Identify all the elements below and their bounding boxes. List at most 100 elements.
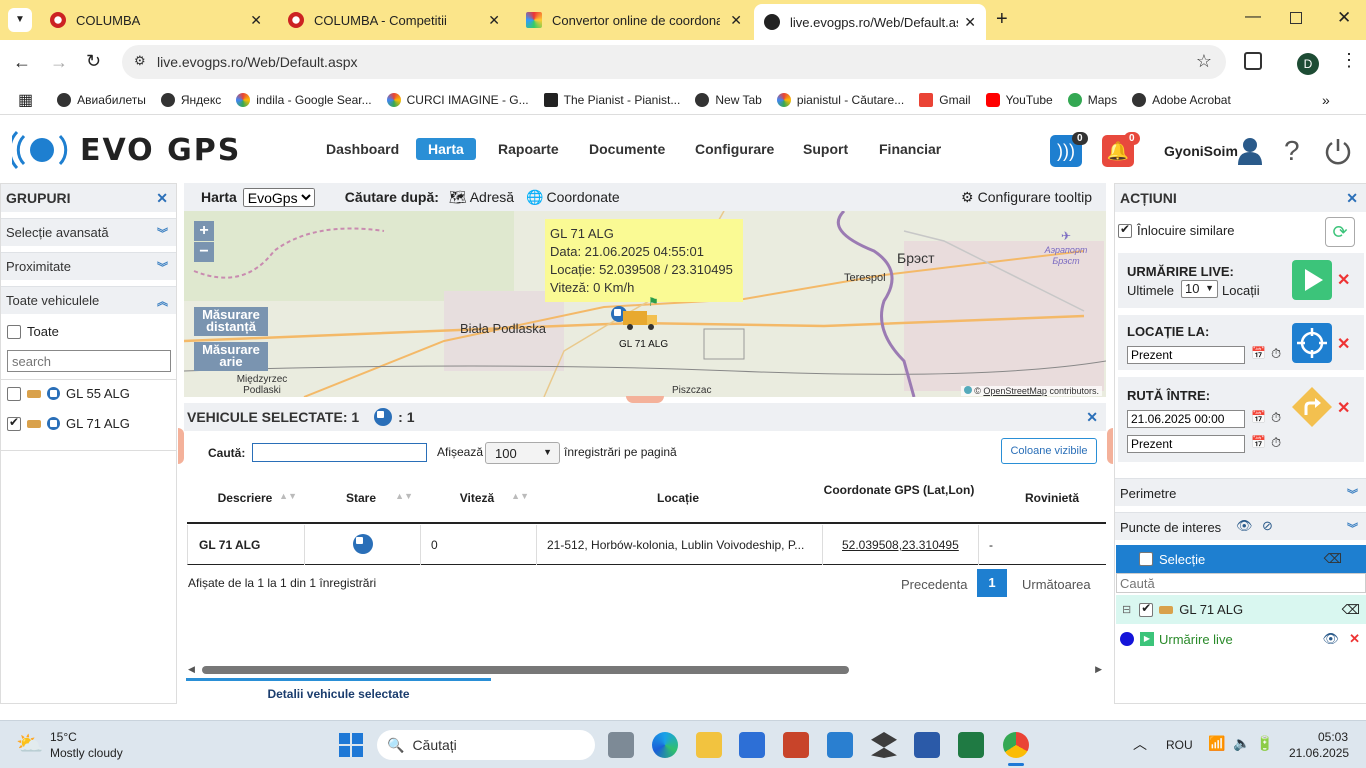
user-icon[interactable]: [1237, 137, 1263, 165]
nav-suport[interactable]: Suport: [803, 141, 848, 157]
close-tab-icon[interactable]: ✕: [730, 12, 742, 29]
measure-area-button[interactable]: Măsurare arie: [194, 342, 268, 371]
column-header-viteza[interactable]: Viteză ▲▼: [419, 491, 535, 505]
weather-icon[interactable]: ⛅: [16, 731, 43, 757]
excel-icon[interactable]: [958, 732, 984, 758]
bookmark-item[interactable]: indila - Google Sear...: [236, 92, 372, 107]
vehicle-checkbox[interactable]: [7, 386, 21, 401]
volume-icon[interactable]: 🔈: [1233, 735, 1250, 752]
nav-dashboard[interactable]: Dashboard: [326, 141, 399, 157]
timer-icon[interactable]: ⏱: [1271, 346, 1281, 362]
taskbar-search[interactable]: 🔍 Căutați: [377, 730, 595, 760]
page-size-select[interactable]: 100 ▼: [485, 442, 560, 464]
map-resize-handle[interactable]: [626, 396, 664, 403]
bookmark-item[interactable]: Gmail: [919, 92, 971, 107]
configure-tooltip-button[interactable]: Configurare tooltip: [978, 189, 1092, 205]
close-tab-icon[interactable]: ✕: [964, 14, 976, 31]
back-button[interactable]: ←: [13, 52, 31, 73]
tray-chevron-icon[interactable]: ︿: [1133, 734, 1147, 754]
wifi-icon[interactable]: 📶: [1208, 735, 1225, 752]
site-info-icon[interactable]: ⚙: [134, 53, 146, 69]
tab-search-button[interactable]: ▼: [8, 8, 32, 32]
osm-link[interactable]: OpenStreetMap: [983, 386, 1047, 396]
nav-rapoarte[interactable]: Rapoarte: [498, 141, 559, 157]
username[interactable]: GyoniSoim: [1164, 143, 1238, 159]
horizontal-scrollbar[interactable]: ◀ ▶: [188, 664, 1102, 674]
store-icon[interactable]: [739, 732, 765, 758]
weather-desc[interactable]: Mostly cloudy: [50, 746, 123, 760]
close-window-button[interactable]: ✕: [1337, 8, 1351, 28]
search-by-address[interactable]: Adresă: [470, 189, 514, 205]
timer-icon[interactable]: ⏱: [1271, 435, 1281, 451]
mail-icon[interactable]: [827, 732, 853, 758]
visible-columns-button[interactable]: Coloane vizibile: [1001, 438, 1097, 464]
measure-distance-button[interactable]: Măsurare distanță: [194, 307, 268, 336]
close-icon[interactable]: ✕: [1086, 409, 1098, 426]
route-from-input[interactable]: [1127, 410, 1245, 428]
route-to-input[interactable]: [1127, 435, 1245, 453]
zoom-in-button[interactable]: +: [194, 221, 214, 241]
bookmark-item[interactable]: Maps: [1067, 92, 1117, 107]
browser-menu-icon[interactable]: ⋮: [1340, 50, 1358, 71]
column-header-rovinieta[interactable]: Rovinietă: [977, 491, 1106, 505]
nav-documente[interactable]: Documente: [589, 141, 665, 157]
refresh-button[interactable]: ⟳: [1325, 217, 1355, 247]
search-by-coordinates[interactable]: Coordonate: [547, 189, 620, 205]
layer-search-input[interactable]: [1116, 573, 1366, 593]
remove-route-icon[interactable]: ✕: [1337, 398, 1350, 418]
left-splitter-handle[interactable]: [178, 428, 184, 464]
close-icon[interactable]: ✕: [156, 190, 168, 207]
live-count-select[interactable]: 10 ▼: [1181, 280, 1218, 298]
section-proximitate[interactable]: Proximitate ︾: [1, 252, 176, 280]
pagination-previous[interactable]: Precedenta: [901, 577, 968, 592]
bookmark-star-icon[interactable]: ☆: [1196, 51, 1212, 72]
collapse-icon[interactable]: ⊟: [1122, 603, 1131, 616]
restore-button[interactable]: [1290, 12, 1302, 24]
tab-convertor[interactable]: Convertor online de coordonate ✕: [516, 4, 752, 36]
profile-avatar[interactable]: D: [1297, 53, 1319, 75]
close-icon[interactable]: ✕: [1346, 190, 1358, 207]
bookmark-item[interactable]: pianistul - Căutare...: [776, 92, 904, 107]
clear-icon[interactable]: ⌫: [1324, 551, 1342, 567]
calendar-icon[interactable]: 📅: [1251, 346, 1266, 360]
tab-evogps[interactable]: live.evogps.ro/Web/Default.aspx ✕: [754, 4, 986, 40]
location-at-input[interactable]: [1127, 346, 1245, 364]
close-tab-icon[interactable]: ✕: [250, 12, 262, 29]
vehicle-row[interactable]: GL 55 ALG: [7, 386, 130, 401]
scroll-thumb[interactable]: [202, 666, 849, 674]
bookmark-item[interactable]: Яндекс: [160, 92, 221, 107]
start-live-button[interactable]: [1292, 260, 1332, 300]
word-icon[interactable]: [914, 732, 940, 758]
table-row[interactable]: GL 71 ALG 0 21-512, Horbów-kolonia, Lubl…: [187, 525, 1106, 565]
tab-columba-competitii[interactable]: COLUMBA - Competitii ✕: [278, 4, 510, 36]
bookmark-item[interactable]: Авиабилеты: [57, 92, 146, 107]
section-perimetre[interactable]: Perimetre ︾: [1115, 478, 1366, 506]
section-toate-vehiculele[interactable]: Toate vehiculele ︽: [1, 286, 176, 314]
powerpoint-icon[interactable]: [783, 732, 809, 758]
clear-icon[interactable]: ⌫: [1342, 602, 1360, 618]
start-button[interactable]: [339, 733, 363, 757]
right-splitter-handle[interactable]: [1107, 428, 1113, 464]
file-explorer-icon[interactable]: [696, 732, 722, 758]
evo-gps-logo[interactable]: EVO GPS: [12, 130, 241, 170]
nav-configurare[interactable]: Configurare: [695, 141, 774, 157]
language-indicator[interactable]: ROU: [1166, 738, 1193, 752]
minimize-button[interactable]: —: [1245, 8, 1261, 26]
weather-temp[interactable]: 15°C: [50, 730, 77, 744]
map-view[interactable]: + − Măsurare distanță Măsurare arie Biał…: [184, 211, 1106, 397]
address-bar[interactable]: ⚙ live.evogps.ro/Web/Default.aspx ☆: [122, 45, 1226, 79]
clock-date[interactable]: 21.06.2025: [1289, 746, 1349, 760]
bookmark-item[interactable]: YouTube: [985, 92, 1053, 107]
eye-off-icon[interactable]: ⊘: [1262, 518, 1273, 534]
task-view-icon[interactable]: [608, 732, 634, 758]
layer-select-all-checkbox[interactable]: [1139, 552, 1153, 566]
help-icon[interactable]: ?: [1284, 135, 1300, 167]
bookmark-item[interactable]: New Tab: [695, 92, 762, 107]
pagination-page-1[interactable]: 1: [977, 569, 1007, 597]
remove-live-icon[interactable]: ✕: [1337, 270, 1350, 290]
calendar-icon[interactable]: 📅: [1251, 410, 1266, 424]
zoom-out-button[interactable]: −: [194, 242, 214, 262]
cell-coordinates-link[interactable]: 52.039508,23.310495: [842, 538, 959, 552]
details-tab[interactable]: Detalii vehicule selectate: [186, 678, 491, 701]
forward-button[interactable]: →: [50, 52, 68, 73]
